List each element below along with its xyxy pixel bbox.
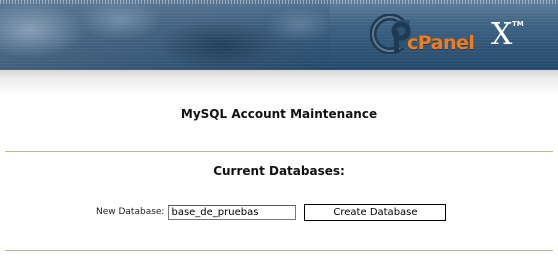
new-database-form: New Database: Create Database xyxy=(96,203,447,221)
new-database-input[interactable] xyxy=(168,204,297,220)
cpanel-version-x: X xyxy=(491,17,513,52)
header-shadow-band xyxy=(0,70,558,96)
trademark-symbol: TM xyxy=(512,20,524,28)
cpanel-logo-text: cPanel xyxy=(407,32,475,54)
section-title: Current Databases: xyxy=(213,164,345,178)
new-database-label: New Database: xyxy=(96,207,165,217)
page: cPanel X TM MySQL Account Maintenance Cu… xyxy=(0,0,558,260)
create-database-button[interactable]: Create Database xyxy=(304,203,447,221)
divider-top xyxy=(5,151,553,152)
header-banner: cPanel X TM xyxy=(0,0,558,70)
page-title: MySQL Account Maintenance xyxy=(180,107,378,121)
header-dots xyxy=(0,0,558,4)
divider-bottom xyxy=(5,250,553,251)
